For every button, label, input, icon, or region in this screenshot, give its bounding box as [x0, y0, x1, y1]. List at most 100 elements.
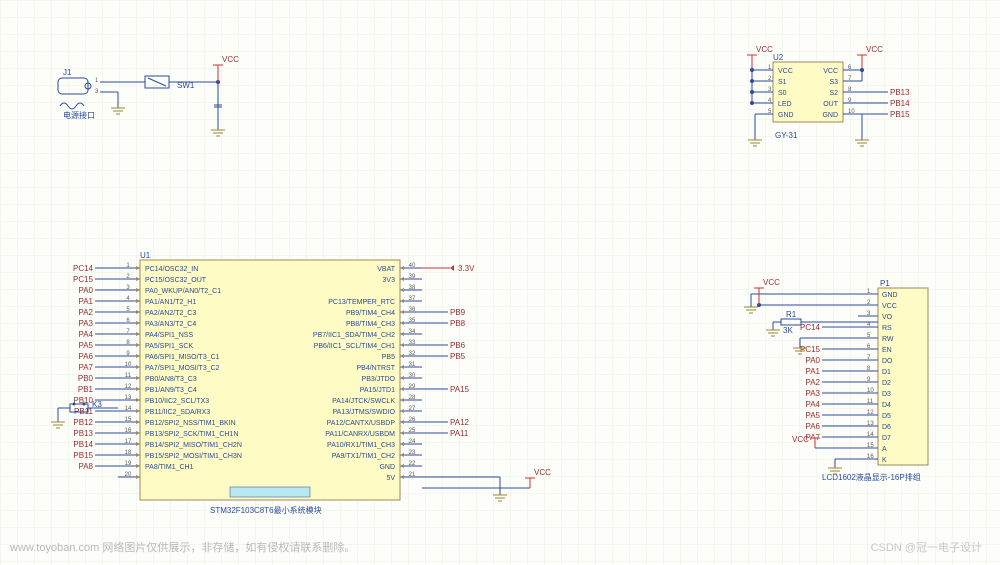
svg-text:VO: VO	[882, 314, 893, 321]
svg-text:VCC: VCC	[222, 55, 239, 64]
svg-text:PA8: PA8	[78, 462, 93, 471]
svg-text:PA6: PA6	[805, 422, 820, 431]
svg-text:PB10/IIC2_SCL/TX3: PB10/IIC2_SCL/TX3	[145, 398, 209, 405]
svg-text:PB4/NTRST: PB4/NTRST	[356, 365, 395, 372]
svg-text:VCC: VCC	[778, 68, 793, 75]
svg-text:PC14/OSC32_IN: PC14/OSC32_IN	[145, 266, 198, 273]
svg-text:36: 36	[409, 307, 416, 313]
svg-text:S2: S2	[829, 90, 838, 97]
svg-text:PB14: PB14	[73, 440, 93, 449]
svg-text:19: 19	[125, 461, 132, 467]
svg-text:PB0: PB0	[78, 374, 94, 383]
svg-text:PA1: PA1	[805, 367, 820, 376]
svg-text:37: 37	[409, 296, 416, 302]
svg-text:GY-31: GY-31	[775, 131, 798, 140]
svg-text:PA14/JTCK/SWCLK: PA14/JTCK/SWCLK	[332, 398, 395, 405]
svg-text:PA5/SPI1_SCK: PA5/SPI1_SCK	[145, 343, 193, 350]
svg-text:LED: LED	[778, 101, 792, 108]
svg-text:PC13/TEMPER_RTC: PC13/TEMPER_RTC	[328, 299, 395, 306]
svg-text:35: 35	[409, 318, 416, 324]
svg-text:K: K	[882, 457, 887, 464]
svg-text:PA4: PA4	[78, 330, 93, 339]
svg-text:电源接口: 电源接口	[63, 110, 95, 120]
svg-text:PB6/IIC1_SCL/TIM4_CH1: PB6/IIC1_SCL/TIM4_CH1	[314, 343, 395, 350]
svg-text:3.3V: 3.3V	[458, 264, 475, 273]
svg-text:PA2: PA2	[805, 378, 820, 387]
svg-text:PA0: PA0	[805, 356, 820, 365]
svg-text:VCC: VCC	[763, 278, 780, 287]
svg-text:STM32F103C8T6最小系统模块: STM32F103C8T6最小系统模块	[210, 505, 322, 515]
svg-text:PC15: PC15	[73, 275, 94, 284]
svg-text:PA2: PA2	[78, 308, 93, 317]
svg-text:PA11/CANRX/USBDM: PA11/CANRX/USBDM	[325, 431, 395, 438]
svg-text:GND: GND	[778, 112, 794, 119]
svg-text:21: 21	[409, 472, 416, 478]
svg-text:PB3/JTDO: PB3/JTDO	[362, 376, 396, 383]
svg-text:PA7/SPI1_MOSI/T3_C2: PA7/SPI1_MOSI/T3_C2	[145, 365, 220, 372]
svg-text:PB8/TIM4_CH3: PB8/TIM4_CH3	[346, 321, 395, 328]
svg-text:PC15: PC15	[800, 345, 821, 354]
svg-text:PB5: PB5	[450, 352, 466, 361]
svg-text:31: 31	[409, 362, 416, 368]
svg-text:PB12/SPI2_NSS/TIM1_BKIN: PB12/SPI2_NSS/TIM1_BKIN	[145, 420, 236, 427]
svg-text:P1: P1	[880, 279, 890, 288]
svg-text:40: 40	[409, 263, 416, 269]
svg-text:16: 16	[125, 428, 132, 434]
svg-text:PB15/SPI2_MOSI/TIM1_CH3N: PB15/SPI2_MOSI/TIM1_CH3N	[145, 453, 242, 460]
svg-text:D6: D6	[882, 424, 891, 431]
svg-text:5V: 5V	[386, 475, 395, 482]
svg-text:38: 38	[409, 285, 416, 291]
svg-text:14: 14	[125, 406, 132, 412]
svg-text:23: 23	[409, 450, 416, 456]
svg-text:PA6/SPI1_MISO/T3_C1: PA6/SPI1_MISO/T3_C1	[145, 354, 220, 361]
svg-text:27: 27	[409, 406, 416, 412]
svg-text:PA10/RX1/TIM1_CH3: PA10/RX1/TIM1_CH3	[327, 442, 395, 449]
svg-text:PB7/IIC1_SDA/TIM4_CH2: PB7/IIC1_SDA/TIM4_CH2	[313, 332, 395, 339]
svg-text:13: 13	[125, 395, 132, 401]
svg-text:PA15/JTD1: PA15/JTD1	[360, 387, 395, 394]
svg-text:VCC: VCC	[534, 468, 551, 477]
svg-text:EN: EN	[882, 347, 892, 354]
svg-text:A: A	[882, 446, 887, 453]
svg-text:PA12: PA12	[450, 418, 470, 427]
svg-text:PB14/SPI2_MISO/TIM1_CH2N: PB14/SPI2_MISO/TIM1_CH2N	[145, 442, 242, 449]
svg-text:11: 11	[125, 373, 132, 379]
svg-text:VCC: VCC	[756, 45, 773, 54]
svg-text:GND: GND	[822, 112, 838, 119]
svg-text:PB9/TIM4_CH4: PB9/TIM4_CH4	[346, 310, 395, 317]
svg-text:PA12/CANTX/USBDP: PA12/CANTX/USBDP	[327, 420, 396, 427]
svg-text:VCC: VCC	[792, 435, 809, 444]
svg-text:OUT: OUT	[823, 101, 839, 108]
svg-text:PC14: PC14	[73, 264, 94, 273]
svg-text:PB13/SPI2_SCK/TIM1_CH1N: PB13/SPI2_SCK/TIM1_CH1N	[145, 431, 238, 438]
svg-text:28: 28	[409, 395, 416, 401]
svg-text:PB15: PB15	[890, 110, 910, 119]
svg-text:PB13: PB13	[73, 429, 93, 438]
svg-text:VCC: VCC	[823, 68, 838, 75]
svg-text:PA1: PA1	[78, 297, 93, 306]
svg-text:PB9: PB9	[450, 308, 466, 317]
svg-text:D4: D4	[882, 402, 891, 409]
svg-text:22: 22	[409, 461, 416, 467]
svg-text:RW: RW	[882, 336, 894, 343]
svg-text:12: 12	[125, 384, 132, 390]
svg-text:PA9/TX1/TIM1_CH2: PA9/TX1/TIM1_CH2	[332, 453, 395, 460]
svg-text:PA5: PA5	[78, 341, 93, 350]
svg-text:18: 18	[125, 450, 132, 456]
svg-text:VBAT: VBAT	[377, 266, 395, 273]
svg-text:PA11: PA11	[450, 429, 469, 438]
svg-text:VCC: VCC	[866, 45, 883, 54]
svg-text:D2: D2	[882, 380, 891, 387]
svg-text:PA4: PA4	[805, 400, 820, 409]
svg-text:VCC: VCC	[882, 303, 897, 310]
svg-text:34: 34	[409, 329, 416, 335]
svg-text:D5: D5	[882, 413, 891, 420]
svg-text:39: 39	[409, 274, 416, 280]
svg-text:20: 20	[125, 472, 132, 478]
svg-text:R1: R1	[786, 310, 797, 319]
svg-text:PA1/AN1/T2_H1: PA1/AN1/T2_H1	[145, 299, 196, 306]
svg-text:PA3: PA3	[805, 389, 820, 398]
svg-text:33: 33	[409, 340, 416, 346]
svg-text:PB0/AN8/T3_C3: PB0/AN8/T3_C3	[145, 376, 197, 383]
svg-text:PA7: PA7	[78, 363, 93, 372]
